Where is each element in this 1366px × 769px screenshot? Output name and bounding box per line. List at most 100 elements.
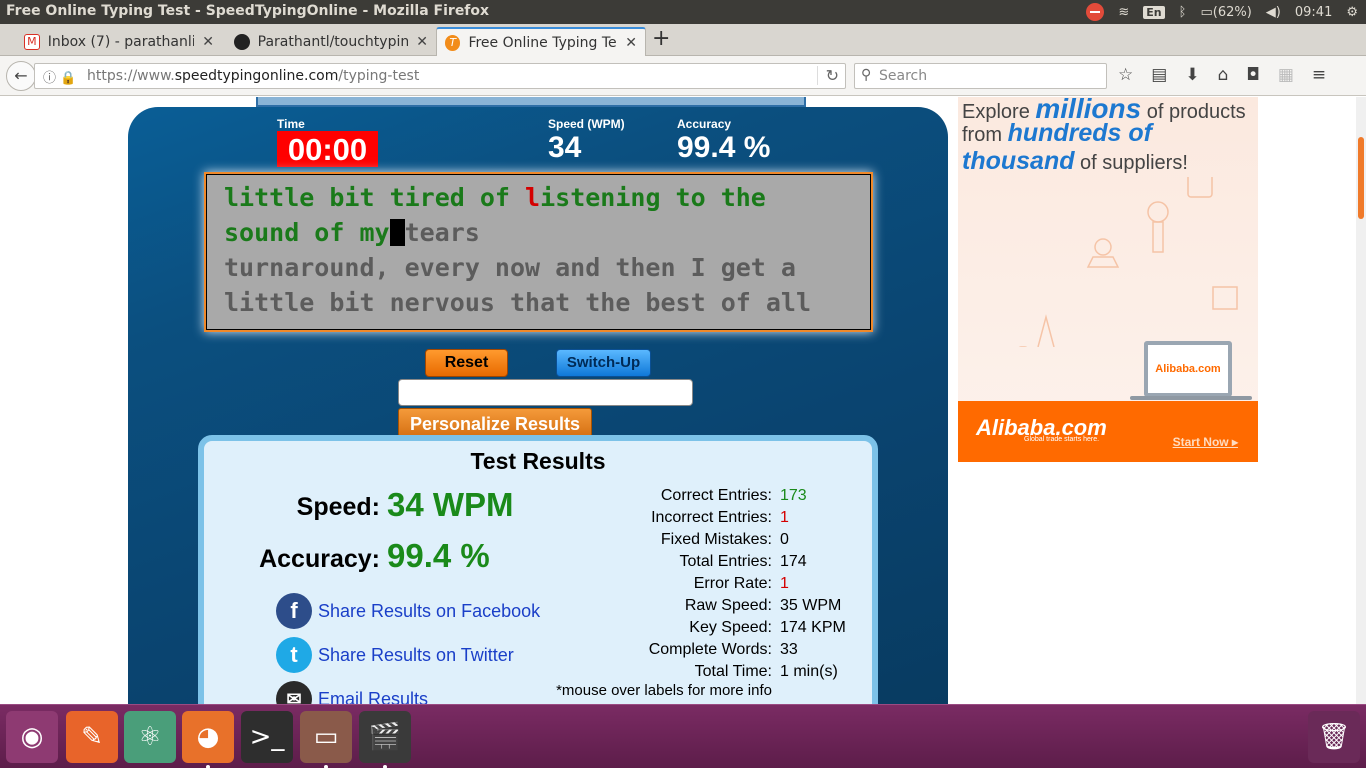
speed-label: Speed (WPM) (548, 117, 625, 131)
stat-value: 173 (780, 487, 807, 504)
firefox-icon[interactable]: ◕ (182, 711, 234, 763)
typing-text-area[interactable]: little bit tired of listening to the sou… (204, 172, 873, 332)
site-info-icon[interactable]: ⓘ 🔒 (43, 67, 76, 86)
stat-label[interactable]: Error Rate: (564, 573, 772, 595)
email-results-link[interactable]: ✉ Email Results (276, 681, 428, 704)
ad-footer: Alibaba.com Global trade starts here. St… (958, 401, 1258, 462)
do-not-disturb-icon[interactable] (1086, 3, 1105, 21)
stat-label[interactable]: Incorrect Entries: (564, 507, 772, 529)
untyped-text: little bit nervous that the best of all (224, 288, 811, 317)
running-indicator (206, 765, 210, 769)
scrollbar-thumb[interactable] (1358, 137, 1364, 219)
toolbar-icons: ☆ ▤ ⬇ ⌂ ◘ ▦ ≡ (1118, 65, 1326, 85)
github-icon (234, 33, 250, 50)
extension-icon[interactable]: ▦ (1278, 65, 1294, 85)
reload-icon[interactable]: ↻ (816, 66, 839, 85)
clock[interactable]: 09:41 (1295, 5, 1332, 20)
stat-row: Total Entries: 174 (564, 551, 846, 573)
atom-editor-icon[interactable]: ⚛ (124, 711, 176, 763)
bluetooth-icon[interactable]: ᛒ (1179, 5, 1187, 20)
stat-label[interactable]: Complete Words: (564, 639, 772, 661)
bookmark-star-icon[interactable]: ☆ (1118, 65, 1133, 85)
ad-line-3: thousand of suppliers! (962, 147, 1188, 176)
text-line-2: sound of my tears (224, 215, 853, 250)
stat-label[interactable]: Total Entries: (564, 551, 772, 573)
close-tab-icon[interactable]: ✕ (625, 35, 637, 51)
terminal-icon[interactable]: >_ (241, 711, 293, 763)
search-input[interactable]: ⚲ Search (854, 63, 1107, 89)
close-tab-icon[interactable]: ✕ (202, 34, 214, 50)
page-scrollbar[interactable] (1356, 97, 1366, 704)
menu-icon[interactable]: ≡ (1312, 65, 1326, 85)
share-facebook-label: Share Results on Facebook (318, 600, 541, 621)
battery-indicator[interactable]: ▭(62%) (1200, 5, 1251, 20)
text-line-1: little bit tired of listening to the (224, 180, 853, 215)
stat-row: Incorrect Entries: 1 (564, 507, 846, 529)
tab-speedtyping[interactable]: T Free Online Typing Tes ✕ (436, 27, 646, 56)
stat-label[interactable]: Correct Entries: (564, 485, 772, 507)
switch-up-button[interactable]: Switch-Up (556, 349, 651, 377)
ad-laptop-base (1130, 396, 1252, 400)
ad-text: from (962, 124, 1008, 146)
tab-label: Inbox (7) - parathanliv (47, 33, 195, 50)
start-now-link[interactable]: Start Now ▸ (1173, 435, 1238, 449)
stat-label[interactable]: Raw Speed: (564, 595, 772, 617)
share-twitter-link[interactable]: t Share Results on Twitter (276, 637, 514, 673)
tab-github[interactable]: Parathantl/touchtypin ✕ (226, 27, 436, 56)
mouse-over-note: *mouse over labels for more info (556, 682, 772, 699)
accuracy-label: Accuracy (677, 117, 732, 131)
alibaba-ad[interactable]: Explore millions of products from hundre… (958, 97, 1258, 462)
header-banner (256, 97, 806, 107)
running-indicator (324, 765, 328, 769)
home-icon[interactable]: ⌂ (1218, 65, 1229, 85)
typed-error-char: l (525, 183, 541, 212)
wifi-icon[interactable]: ≋ (1118, 5, 1129, 20)
download-icon[interactable]: ⬇ (1185, 65, 1199, 85)
volume-icon[interactable]: ◀) (1266, 5, 1281, 20)
email-icon: ✉ (276, 681, 312, 704)
time-label: Time (277, 117, 305, 131)
ubuntu-dash-icon[interactable]: ◉ (6, 711, 58, 763)
reset-button[interactable]: Reset (425, 349, 508, 377)
stat-row: Fixed Mistakes: 0 (564, 529, 846, 551)
back-arrow-icon[interactable]: ← (6, 61, 36, 91)
video-editor-icon[interactable]: 🎬 (359, 711, 411, 763)
reading-list-icon[interactable]: ▤ (1151, 65, 1167, 85)
url-bar[interactable]: ⓘ 🔒 https://www.speedtypingonline.com/ty… (34, 63, 846, 89)
stat-label[interactable]: Total Time: (564, 661, 772, 683)
gmail-icon: M (24, 33, 40, 50)
close-tab-icon[interactable]: ✕ (416, 34, 428, 50)
stat-value: 0 (780, 531, 789, 548)
result-speed-label[interactable]: Speed: (210, 493, 380, 522)
url-prefix: https://www. (87, 68, 175, 84)
result-accuracy-label[interactable]: Accuracy: (210, 545, 380, 574)
stat-label[interactable]: Fixed Mistakes: (564, 529, 772, 551)
url-domain: speedtypingonline.com (174, 68, 339, 84)
power-gear-icon[interactable]: ⚙ (1346, 5, 1358, 20)
file-manager-icon[interactable]: ▭ (300, 711, 352, 763)
tab-gmail[interactable]: M Inbox (7) - parathanliv ✕ (16, 27, 222, 56)
untyped-text: tears (404, 218, 480, 247)
stat-label[interactable]: Key Speed: (564, 617, 772, 639)
ad-text-highlight: thousand (962, 147, 1075, 175)
test-results-panel: Test Results Speed: 34 WPM Accuracy: 99.… (198, 435, 878, 704)
url-text: https://www.speedtypingonline.com/typing… (87, 68, 419, 84)
launcher-dock: ◉ ✎ ⚛ ◕ >_ ▭ 🎬 🗑 (0, 704, 1366, 769)
ad-laptop-image: Alibaba.com (1144, 341, 1232, 397)
web-page: Time 00:00 Speed (WPM) 34 Accuracy 99.4 … (0, 97, 1356, 704)
result-speed-value: 34 WPM (387, 486, 514, 523)
stat-row: Error Rate: 1 (564, 573, 846, 595)
typing-input[interactable] (398, 379, 693, 406)
text-cursor (389, 219, 405, 246)
keyboard-layout-indicator[interactable]: En (1143, 5, 1165, 19)
new-tab-icon[interactable]: + (652, 26, 670, 51)
typed-correct-text: istening to the (540, 183, 766, 212)
pencil-app-icon[interactable]: ✎ (66, 711, 118, 763)
share-facebook-link[interactable]: f Share Results on Facebook (276, 593, 540, 629)
ad-line-2: from hundreds of (962, 119, 1152, 148)
pocket-icon[interactable]: ◘ (1246, 65, 1259, 85)
accuracy-value: 99.4 % (677, 131, 771, 164)
trash-icon[interactable]: 🗑 (1308, 711, 1360, 763)
speed-value: 34 (548, 131, 582, 164)
navigation-bar: ← ⓘ 🔒 https://www.speedtypingonline.com/… (0, 56, 1366, 96)
